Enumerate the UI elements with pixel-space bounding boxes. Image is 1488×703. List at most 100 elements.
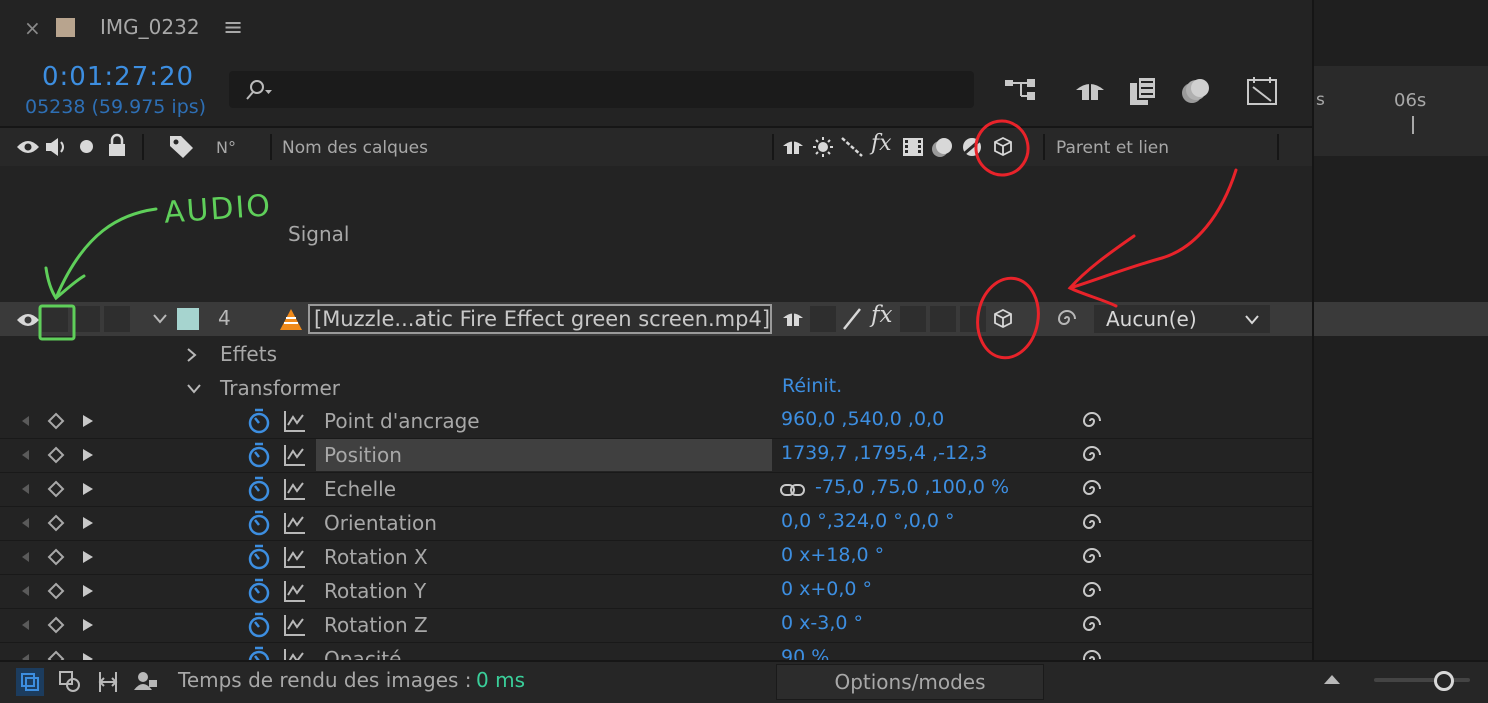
add-keyframe-icon[interactable] (47, 616, 65, 634)
stopwatch-icon[interactable] (246, 476, 272, 502)
prev-keyframe-icon[interactable] (20, 619, 30, 631)
column-number-header[interactable]: N° (216, 138, 236, 157)
collapse-switch-header-icon[interactable] (812, 135, 834, 159)
layer-solo-switch[interactable] (74, 306, 100, 332)
video-eye-icon[interactable] (16, 138, 40, 156)
next-keyframe-icon[interactable] (82, 550, 94, 564)
property-value[interactable]: -75,0 ,75,0 ,100,0 % (815, 476, 1009, 498)
column-parent-header[interactable]: Parent et lien (1056, 138, 1169, 158)
audio-speaker-icon[interactable] (44, 136, 68, 158)
stopwatch-icon[interactable] (246, 510, 272, 536)
property-row[interactable]: Echelle -75,0 ,75,0 ,100,0 % (0, 472, 1312, 507)
panel-close-button[interactable]: × (24, 16, 41, 40)
property-pickwhip-icon[interactable] (1080, 443, 1104, 467)
solo-dot-icon[interactable] (80, 140, 93, 153)
time-ruler[interactable]: s 06s (1314, 66, 1488, 156)
property-row[interactable]: Rotation X 0 x+18,0 ° (0, 540, 1312, 575)
layer-video-eye-icon[interactable] (16, 311, 40, 329)
layer-frame-blend-switch[interactable] (900, 306, 926, 332)
motion-blur-icon[interactable] (1178, 76, 1214, 106)
prev-keyframe-icon[interactable] (20, 551, 30, 563)
layer-collapse-switch[interactable] (810, 306, 836, 332)
transform-group-row[interactable]: Transformer Réinit. (0, 372, 1312, 404)
property-pickwhip-icon[interactable] (1080, 579, 1104, 603)
layer-audio-switch[interactable] (42, 306, 68, 332)
zoom-slider-handle[interactable] (1434, 671, 1454, 691)
zoom-slider-track[interactable] (1374, 678, 1470, 682)
property-row[interactable]: Position 1739,7 ,1795,4 ,-12,3 (0, 438, 1312, 473)
shy-layers-icon[interactable] (1072, 76, 1108, 106)
property-row[interactable]: Point d'ancrage 960,0 ,540,0 ,0,0 (0, 404, 1312, 439)
property-name-cell[interactable]: Rotation Z (316, 609, 772, 641)
property-row[interactable]: Rotation Z 0 x-3,0 ° (0, 608, 1312, 643)
layer-label-color[interactable] (177, 308, 199, 330)
parent-dropdown[interactable]: Aucun(e) (1094, 305, 1270, 333)
prev-keyframe-icon[interactable] (20, 653, 30, 660)
property-value[interactable]: 0 x+0,0 ° (781, 578, 872, 600)
prev-keyframe-icon[interactable] (20, 483, 30, 495)
layer-search-field[interactable] (229, 71, 974, 108)
prev-keyframe-icon[interactable] (20, 415, 30, 427)
stopwatch-icon[interactable] (246, 442, 272, 468)
graph-icon[interactable] (283, 477, 307, 501)
property-value[interactable]: 90 % (781, 646, 829, 660)
next-keyframe-icon[interactable] (82, 448, 94, 462)
property-value[interactable]: 1739,7 ,1795,4 ,-12,3 (781, 442, 987, 464)
property-name-cell[interactable]: Echelle (316, 473, 772, 505)
add-keyframe-icon[interactable] (47, 650, 65, 660)
property-pickwhip-icon[interactable] (1080, 477, 1104, 501)
property-pickwhip-icon[interactable] (1080, 511, 1104, 535)
prev-keyframe-icon[interactable] (20, 585, 30, 597)
transform-reset-link[interactable]: Réinit. (782, 375, 842, 397)
property-pickwhip-icon[interactable] (1080, 409, 1104, 433)
graph-icon[interactable] (283, 443, 307, 467)
layer-shy-switch-icon[interactable] (781, 308, 805, 330)
quality-switch-header-icon[interactable] (840, 136, 864, 158)
next-keyframe-icon[interactable] (82, 516, 94, 530)
graph-editor-icon[interactable] (1245, 75, 1281, 107)
frame-blend-switch-header-icon[interactable] (901, 135, 925, 159)
column-layer-name-header[interactable]: Nom des calques (282, 138, 428, 158)
add-keyframe-icon[interactable] (47, 548, 65, 566)
motion-blur-switch-header-icon[interactable] (930, 135, 956, 159)
zoom-out-mountain-icon[interactable] (1322, 672, 1342, 686)
fx-switch-header-icon[interactable]: fx (871, 131, 892, 156)
layer-row[interactable]: 4 [Muzzle...atic Fire Effect green scree… (0, 302, 1312, 336)
adjustment-switch-header-icon[interactable] (961, 136, 983, 158)
add-keyframe-icon[interactable] (47, 480, 65, 498)
property-name-cell[interactable]: Position (316, 439, 772, 471)
property-name-cell[interactable]: Opacité (316, 643, 772, 660)
layer-name-field[interactable]: [Muzzle...atic Fire Effect green screen.… (308, 304, 772, 334)
layer-lock-switch[interactable] (104, 306, 130, 332)
layer-motion-blur-switch[interactable] (930, 306, 956, 332)
graph-icon[interactable] (283, 511, 307, 535)
next-keyframe-icon[interactable] (82, 584, 94, 598)
layer-pickwhip-icon[interactable] (1054, 307, 1080, 331)
add-keyframe-icon[interactable] (47, 514, 65, 532)
panel-menu-icon[interactable]: ≡ (223, 13, 243, 41)
stopwatch-icon[interactable] (246, 578, 272, 604)
constrain-proportions-link-icon[interactable] (780, 482, 806, 498)
add-keyframe-icon[interactable] (47, 446, 65, 464)
transfer-controls-toggle-icon[interactable] (56, 668, 84, 696)
next-keyframe-icon[interactable] (82, 414, 94, 428)
layer-expand-chevron-icon[interactable] (152, 313, 168, 325)
frame-blending-icon[interactable] (1126, 75, 1162, 107)
lock-icon[interactable] (106, 133, 128, 158)
property-pickwhip-icon[interactable] (1080, 613, 1104, 637)
property-pickwhip-icon[interactable] (1080, 647, 1104, 660)
layer-adjustment-switch[interactable] (960, 306, 986, 332)
property-value[interactable]: 0 x+18,0 ° (781, 544, 884, 566)
layer-switches-toggle-icon[interactable] (16, 668, 44, 696)
graph-icon[interactable] (283, 545, 307, 569)
label-tag-icon[interactable] (168, 134, 196, 160)
stopwatch-icon[interactable] (246, 612, 272, 638)
property-name-cell[interactable]: Orientation (316, 507, 772, 539)
comp-name-tab[interactable]: IMG_0232 (100, 15, 200, 39)
graph-icon[interactable] (283, 579, 307, 603)
stopwatch-icon[interactable] (246, 544, 272, 570)
property-name-cell[interactable]: Rotation X (316, 541, 772, 573)
timeline-panel[interactable]: s 06s (1312, 0, 1488, 660)
next-keyframe-icon[interactable] (82, 618, 94, 632)
property-value[interactable]: 0 x-3,0 ° (781, 612, 863, 634)
